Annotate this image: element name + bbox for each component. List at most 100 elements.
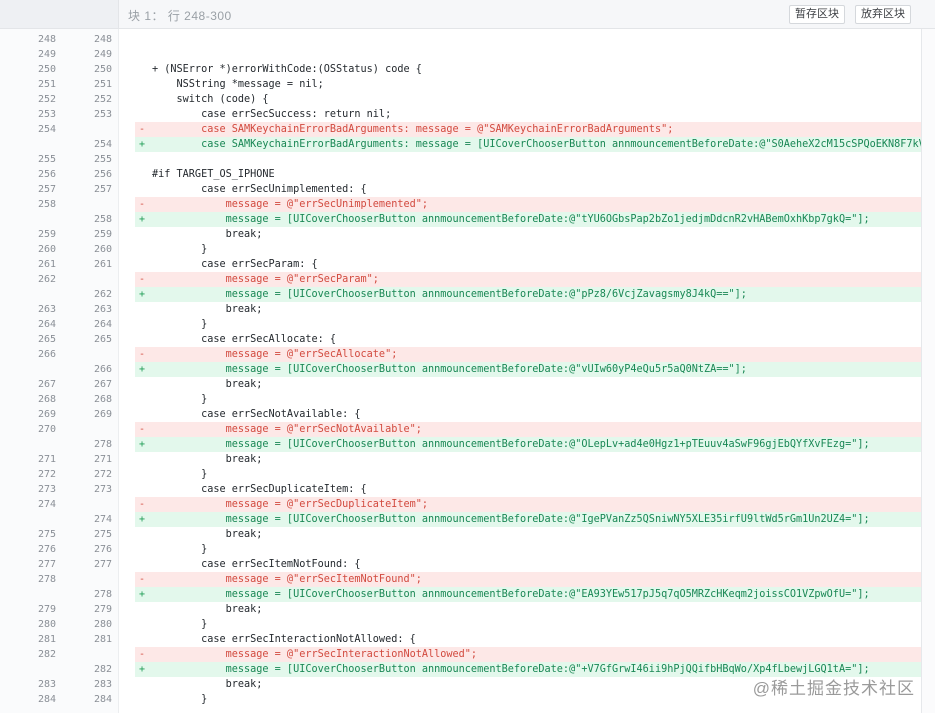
new-line-number: 273 [93, 484, 112, 495]
old-line-number: 252 [37, 94, 56, 105]
code-text: message = [UICoverChooserButton annmounc… [152, 514, 870, 525]
removed-line: 262 - message = @"errSecParam"; [0, 272, 921, 287]
new-line-number: 260 [93, 244, 112, 255]
diff-sign: + [139, 439, 146, 450]
context-line: 268 268 } [0, 392, 921, 407]
new-line-number: 279 [93, 604, 112, 615]
code-text: message = @"errSecDuplicateItem"; [152, 499, 429, 510]
old-line-number: 251 [37, 79, 56, 90]
watermark: @稀土掘金技术社区 [752, 679, 915, 698]
code-text: } [152, 394, 208, 405]
context-line: 257 257 case errSecUnimplemented: { [0, 182, 921, 197]
discard-hunk-button[interactable]: 放弃区块 [855, 5, 911, 24]
old-line-number: 278 [37, 574, 56, 585]
old-line-number: 249 [37, 49, 56, 60]
diff-sign: - [139, 199, 146, 210]
line-background [135, 47, 921, 62]
diff-sign: + [139, 514, 146, 525]
diff-sign: + [139, 364, 146, 375]
context-line: 275 275 break; [0, 527, 921, 542]
old-line-number: 280 [37, 619, 56, 630]
context-line: 248 248 [0, 32, 921, 47]
old-line-number: 258 [37, 199, 56, 210]
old-line-number: 277 [37, 559, 56, 570]
code-text: message = @"errSecItemNotFound"; [152, 574, 422, 585]
old-line-number: 248 [37, 34, 56, 45]
context-line: 264 264 } [0, 317, 921, 332]
new-line-number: 258 [93, 214, 112, 225]
diff-sign: + [139, 289, 146, 300]
code-text: message = @"errSecAllocate"; [152, 349, 398, 360]
new-line-number: 261 [93, 259, 112, 270]
old-line-number: 257 [37, 184, 56, 195]
code-text: NSString *message = nil; [152, 79, 324, 90]
new-line-number: 266 [93, 364, 112, 375]
new-line-number: 284 [93, 694, 112, 705]
new-line-number: 274 [93, 514, 112, 525]
removed-line: 270 - message = @"errSecNotAvailable"; [0, 422, 921, 437]
new-line-number: 249 [93, 49, 112, 60]
new-line-number: 264 [93, 319, 112, 330]
context-line: 269 269 case errSecNotAvailable: { [0, 407, 921, 422]
line-background [135, 32, 921, 47]
old-line-number: 271 [37, 454, 56, 465]
code-text: break; [152, 604, 263, 615]
new-line-number: 280 [93, 619, 112, 630]
code-text: message = [UICoverChooserButton annmounc… [152, 589, 870, 600]
new-line-number: 263 [93, 304, 112, 315]
old-line-number: 263 [37, 304, 56, 315]
old-line-number: 284 [37, 694, 56, 705]
code-text: case errSecItemNotFound: { [152, 559, 361, 570]
code-text: } [152, 469, 208, 480]
new-line-number: 257 [93, 184, 112, 195]
code-text: message = [UICoverChooserButton annmounc… [152, 289, 747, 300]
old-line-number: 268 [37, 394, 56, 405]
old-line-number: 281 [37, 634, 56, 645]
old-line-number: 260 [37, 244, 56, 255]
added-line: 274 + message = [UICoverChooserButton ann… [0, 512, 921, 527]
diff-sign: - [139, 274, 146, 285]
old-line-number: 274 [37, 499, 56, 510]
new-line-number: 250 [93, 64, 112, 75]
new-line-number: 278 [93, 439, 112, 450]
new-line-number: 282 [93, 664, 112, 675]
context-line: 265 265 case errSecAllocate: { [0, 332, 921, 347]
context-line: 261 261 case errSecParam: { [0, 257, 921, 272]
code-text: } [152, 619, 208, 630]
code-text: case errSecParam: { [152, 259, 318, 270]
new-line-number: 248 [93, 34, 112, 45]
code-text: switch (code) { [152, 94, 269, 105]
context-line: 249 249 [0, 47, 921, 62]
code-text: message = @"errSecUnimplemented"; [152, 199, 429, 210]
context-line: 280 280 } [0, 617, 921, 632]
new-line-number: 268 [93, 394, 112, 405]
old-line-number: 275 [37, 529, 56, 540]
old-line-number: 276 [37, 544, 56, 555]
code-text: message = @"errSecParam"; [152, 274, 379, 285]
new-line-number: 254 [93, 139, 112, 150]
diff-sign: - [139, 124, 146, 135]
code-text: case errSecDuplicateItem: { [152, 484, 367, 495]
added-line: 262 + message = [UICoverChooserButton ann… [0, 287, 921, 302]
new-line-number: 259 [93, 229, 112, 240]
old-line-number: 272 [37, 469, 56, 480]
removed-line: 278 - message = @"errSecItemNotFound"; [0, 572, 921, 587]
diff-sign: - [139, 349, 146, 360]
stage-hunk-button[interactable]: 暂存区块 [789, 5, 845, 24]
diff-sign: - [139, 649, 146, 660]
context-line: 271 271 break; [0, 452, 921, 467]
old-line-number: 256 [37, 169, 56, 180]
context-line: 255 255 [0, 152, 921, 167]
hunk-header-gutter [0, 0, 119, 28]
code-text: break; [152, 454, 263, 465]
new-line-number: 269 [93, 409, 112, 420]
context-line: 263 263 break; [0, 302, 921, 317]
new-line-number: 271 [93, 454, 112, 465]
context-line: 273 273 case errSecDuplicateItem: { [0, 482, 921, 497]
new-line-number: 253 [93, 109, 112, 120]
new-line-number: 256 [93, 169, 112, 180]
old-line-number: 253 [37, 109, 56, 120]
old-line-number: 273 [37, 484, 56, 495]
added-line: 254 + case SAMKeychainErrorBadArguments: … [0, 137, 921, 152]
diff-sign: - [139, 424, 146, 435]
